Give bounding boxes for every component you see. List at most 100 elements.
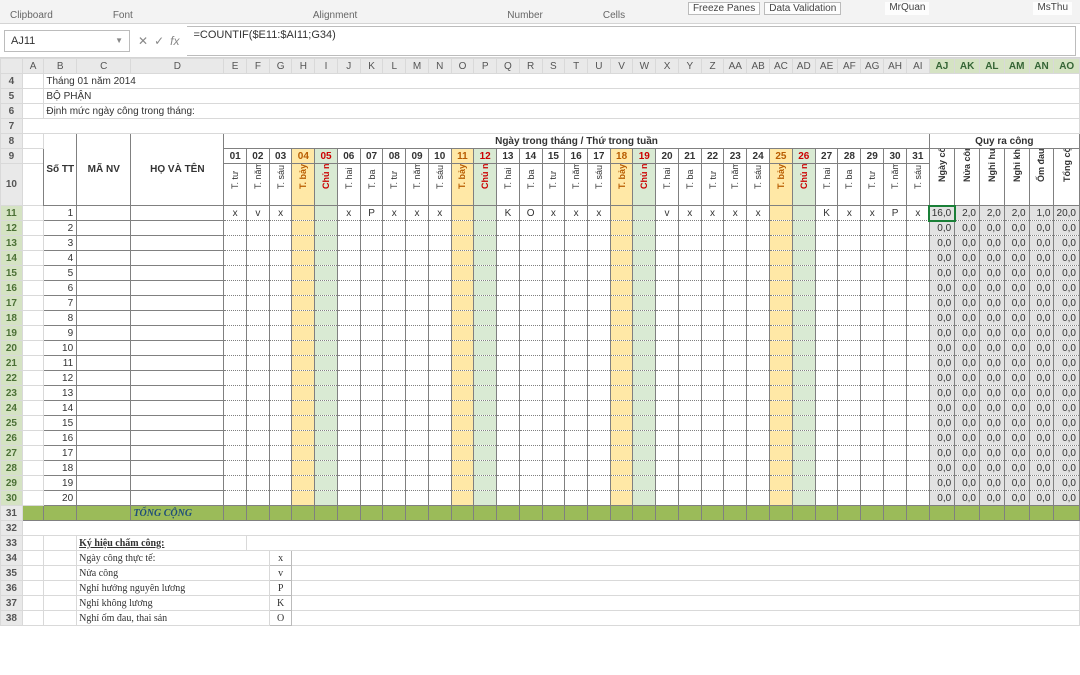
attendance-cell[interactable]: x bbox=[542, 206, 565, 221]
attendance-cell[interactable] bbox=[519, 356, 542, 371]
manv-cell[interactable] bbox=[77, 416, 131, 431]
row-header[interactable]: 14 bbox=[1, 251, 23, 266]
attendance-cell[interactable] bbox=[633, 251, 656, 266]
summary-cell[interactable]: 2,0 bbox=[1004, 206, 1029, 221]
stt-cell[interactable]: 2 bbox=[44, 221, 77, 236]
attendance-cell[interactable] bbox=[451, 416, 474, 431]
attendance-cell[interactable] bbox=[519, 296, 542, 311]
attendance-cell[interactable] bbox=[224, 326, 247, 341]
attendance-cell[interactable] bbox=[884, 491, 907, 506]
attendance-cell[interactable] bbox=[861, 401, 884, 416]
attendance-cell[interactable] bbox=[656, 311, 679, 326]
stt-cell[interactable]: 11 bbox=[44, 356, 77, 371]
attendance-cell[interactable] bbox=[701, 476, 724, 491]
attendance-cell[interactable] bbox=[247, 431, 270, 446]
attendance-cell[interactable] bbox=[747, 461, 770, 476]
attendance-cell[interactable] bbox=[337, 221, 360, 236]
attendance-cell[interactable] bbox=[656, 476, 679, 491]
attendance-cell[interactable] bbox=[587, 251, 610, 266]
attendance-cell[interactable] bbox=[633, 326, 656, 341]
attendance-cell[interactable] bbox=[884, 386, 907, 401]
stt-cell[interactable]: 10 bbox=[44, 341, 77, 356]
summary-cell[interactable]: 0,0 bbox=[1029, 251, 1054, 266]
attendance-cell[interactable]: x bbox=[838, 206, 861, 221]
attendance-cell[interactable] bbox=[906, 221, 929, 236]
attendance-cell[interactable] bbox=[497, 476, 520, 491]
attendance-cell[interactable] bbox=[884, 221, 907, 236]
attendance-cell[interactable] bbox=[406, 311, 429, 326]
manv-cell[interactable] bbox=[77, 326, 131, 341]
summary-cell[interactable]: 0,0 bbox=[1029, 311, 1054, 326]
attendance-cell[interactable] bbox=[565, 356, 588, 371]
attendance-cell[interactable] bbox=[770, 356, 793, 371]
column-header[interactable]: H bbox=[292, 59, 315, 74]
attendance-cell[interactable] bbox=[497, 446, 520, 461]
attendance-cell[interactable] bbox=[587, 281, 610, 296]
attendance-cell[interactable] bbox=[406, 461, 429, 476]
attendance-cell[interactable] bbox=[565, 401, 588, 416]
attendance-cell[interactable] bbox=[247, 401, 270, 416]
stt-cell[interactable]: 4 bbox=[44, 251, 77, 266]
attendance-cell[interactable] bbox=[906, 476, 929, 491]
attendance-cell[interactable] bbox=[701, 356, 724, 371]
attendance-cell[interactable] bbox=[247, 296, 270, 311]
attendance-cell[interactable]: O bbox=[519, 206, 542, 221]
attendance-cell[interactable] bbox=[519, 236, 542, 251]
summary-cell[interactable]: 0,0 bbox=[1054, 476, 1080, 491]
attendance-cell[interactable] bbox=[792, 341, 815, 356]
manv-cell[interactable] bbox=[77, 386, 131, 401]
summary-cell[interactable]: 0,0 bbox=[1054, 221, 1080, 236]
column-header[interactable]: F bbox=[247, 59, 270, 74]
attendance-cell[interactable] bbox=[701, 341, 724, 356]
attendance-cell[interactable] bbox=[587, 461, 610, 476]
attendance-cell[interactable] bbox=[497, 221, 520, 236]
attendance-cell[interactable] bbox=[247, 236, 270, 251]
summary-cell[interactable]: 0,0 bbox=[1029, 266, 1054, 281]
attendance-cell[interactable]: x bbox=[861, 206, 884, 221]
attendance-cell[interactable] bbox=[269, 386, 292, 401]
attendance-cell[interactable] bbox=[383, 386, 406, 401]
attendance-cell[interactable] bbox=[633, 491, 656, 506]
attendance-cell[interactable] bbox=[861, 476, 884, 491]
attendance-cell[interactable] bbox=[269, 431, 292, 446]
name-cell[interactable] bbox=[131, 401, 224, 416]
attendance-cell[interactable] bbox=[678, 491, 701, 506]
attendance-cell[interactable] bbox=[838, 461, 861, 476]
attendance-cell[interactable] bbox=[610, 311, 633, 326]
stt-cell[interactable]: 7 bbox=[44, 296, 77, 311]
column-header[interactable]: U bbox=[587, 59, 610, 74]
attendance-cell[interactable] bbox=[269, 446, 292, 461]
summary-cell[interactable]: 0,0 bbox=[1004, 326, 1029, 341]
summary-cell[interactable]: 0,0 bbox=[955, 281, 980, 296]
attendance-cell[interactable] bbox=[770, 341, 793, 356]
attendance-cell[interactable] bbox=[792, 461, 815, 476]
attendance-cell[interactable] bbox=[884, 281, 907, 296]
attendance-cell[interactable] bbox=[792, 476, 815, 491]
stt-cell[interactable]: 5 bbox=[44, 266, 77, 281]
attendance-cell[interactable] bbox=[861, 311, 884, 326]
attendance-cell[interactable] bbox=[656, 281, 679, 296]
attendance-cell[interactable] bbox=[383, 371, 406, 386]
attendance-cell[interactable] bbox=[383, 416, 406, 431]
attendance-cell[interactable] bbox=[610, 476, 633, 491]
attendance-cell[interactable] bbox=[224, 476, 247, 491]
summary-cell[interactable]: 0,0 bbox=[1029, 386, 1054, 401]
attendance-cell[interactable] bbox=[269, 461, 292, 476]
attendance-cell[interactable] bbox=[497, 371, 520, 386]
attendance-cell[interactable] bbox=[360, 311, 383, 326]
summary-cell[interactable]: 0,0 bbox=[929, 221, 954, 236]
attendance-cell[interactable] bbox=[815, 491, 838, 506]
column-header[interactable]: L bbox=[383, 59, 406, 74]
attendance-cell[interactable]: x bbox=[587, 206, 610, 221]
summary-cell[interactable]: 0,0 bbox=[955, 416, 980, 431]
column-header[interactable]: G bbox=[269, 59, 292, 74]
attendance-cell[interactable] bbox=[315, 431, 338, 446]
attendance-cell[interactable] bbox=[701, 416, 724, 431]
summary-cell[interactable]: 0,0 bbox=[1029, 296, 1054, 311]
attendance-cell[interactable] bbox=[406, 446, 429, 461]
attendance-cell[interactable] bbox=[292, 281, 315, 296]
attendance-cell[interactable] bbox=[542, 311, 565, 326]
attendance-cell[interactable] bbox=[224, 221, 247, 236]
attendance-cell[interactable] bbox=[701, 266, 724, 281]
attendance-cell[interactable] bbox=[656, 266, 679, 281]
